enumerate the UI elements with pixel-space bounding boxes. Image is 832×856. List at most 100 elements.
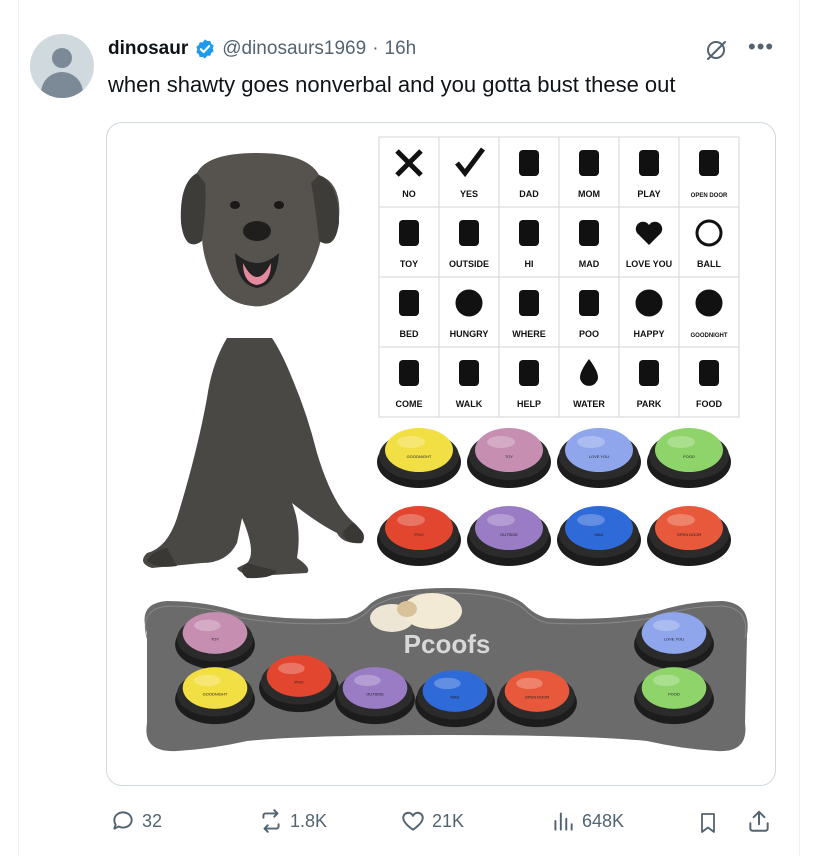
moon-icon (695, 289, 723, 317)
bench-tree-icon (639, 360, 659, 386)
dog-illustration (143, 153, 365, 579)
talking-button: TOY (467, 428, 551, 488)
button-label: TOY (211, 637, 219, 642)
separator-dot: · (372, 38, 379, 59)
views-button[interactable]: 648K (550, 808, 624, 834)
avatar-body-shape (41, 72, 83, 98)
grid-label: WATER (573, 399, 605, 409)
tree-sun-icon (459, 220, 479, 246)
button-label: TOY (505, 454, 513, 459)
play-icon (639, 150, 659, 176)
hungry-face-icon (455, 289, 483, 317)
repost-count: 1.8K (290, 810, 328, 831)
display-name[interactable]: dinosaur (108, 38, 188, 60)
icon-grid: NO YES DAD MOM PLAY OPEN DOOR TOY OUTSIDE HI MAD L… (378, 136, 740, 418)
avatar-head-shape (52, 48, 72, 68)
grid-label: LOVE YOU (626, 259, 672, 269)
handshake-icon (519, 360, 539, 386)
verified-badge-icon (196, 39, 214, 59)
button-label: OPEN DOOR (677, 532, 702, 537)
drumstick-icon (699, 360, 719, 386)
grid-label: HI (525, 259, 534, 269)
button-label: FOOD (683, 454, 695, 459)
tweet-media[interactable]: NO YES DAD MOM PLAY OPEN DOOR TOY OUTSIDE HI MAD L… (106, 122, 776, 786)
talking-button: OPEN DOOR (647, 506, 731, 566)
grid-label: WHERE (512, 329, 546, 339)
door-icon (699, 150, 719, 176)
button-label: OUTSIDE (366, 692, 384, 697)
tweet-header: dinosaur @dinosaurs1969 · 16h (108, 36, 416, 62)
bed-icon (399, 290, 419, 316)
button-label: GOODNIGHT (407, 454, 432, 459)
grid-label: FOOD (696, 399, 722, 409)
grid-label: GOODNIGHT (691, 333, 728, 339)
woman-icon (579, 150, 599, 176)
button-label: MAD (451, 695, 460, 700)
user-handle[interactable]: @dinosaurs1969 (222, 38, 366, 60)
button-board: Pcoofs TOY GOODNIGHT POO OUTSIDE MAD OPEN DOO… (144, 588, 748, 752)
man-icon (519, 150, 539, 176)
grid-label: WALK (456, 399, 483, 409)
button-label: GOODNIGHT (203, 692, 228, 697)
avatar[interactable] (30, 34, 94, 98)
grid-label: MAD (579, 259, 600, 269)
talking-button: POO (377, 506, 461, 566)
button-label: LOVE YOU (589, 454, 609, 459)
button-label: FOOD (668, 692, 680, 697)
button-label: MAD (595, 532, 604, 537)
button-label: OPEN DOOR (525, 695, 550, 700)
reply-button[interactable]: 32 (110, 808, 162, 834)
reply-count: 32 (142, 810, 163, 831)
arrows-icon (519, 290, 539, 316)
soccer-ball-icon (695, 219, 723, 247)
loose-buttons: GOODNIGHT TOY LOVE YOU FOOD POO OUTSIDE MAD OPE… (377, 428, 731, 566)
teddy-bear-icon (399, 220, 419, 246)
talking-button: LOVE YOU (557, 428, 641, 488)
tweet-timestamp[interactable]: 16h (385, 38, 417, 60)
bookmark-icon[interactable] (696, 810, 720, 836)
heart-icon (402, 811, 424, 831)
smile-icon (635, 289, 663, 317)
grid-label: BED (399, 329, 419, 339)
tweet-text: when shawty goes nonverbal and you gotta… (108, 72, 676, 97)
repost-button[interactable]: 1.8K (258, 808, 327, 834)
grid-label: OUTSIDE (449, 259, 489, 269)
poo-icon (579, 290, 599, 316)
grid-label: NO (402, 189, 416, 199)
grid-label: HELP (517, 399, 541, 409)
talking-button: OUTSIDE (467, 506, 551, 566)
walking-icon (459, 360, 479, 386)
reply-icon (113, 811, 133, 830)
view-count: 648K (582, 810, 625, 831)
grid-label: PARK (637, 399, 662, 409)
grid-label: HAPPY (633, 329, 664, 339)
grid-label: DAD (519, 189, 539, 199)
grid-label: PLAY (637, 189, 660, 199)
grid-label: HUNGRY (450, 329, 489, 339)
grok-icon[interactable] (704, 38, 728, 62)
grid-label: TOY (400, 259, 418, 269)
angry-person-icon (579, 220, 599, 246)
like-button[interactable]: 21K (400, 808, 464, 834)
person-dog-icon (399, 360, 419, 386)
like-count: 21K (432, 810, 465, 831)
talking-button: GOODNIGHT (377, 428, 461, 488)
grid-label: MOM (578, 189, 600, 199)
grid-label: YES (460, 189, 478, 199)
waving-hand-icon (519, 220, 539, 246)
action-bar: 32 1.8K 21K 648K (0, 808, 832, 838)
button-label: OUTSIDE (500, 532, 518, 537)
grid-label: POO (579, 329, 599, 339)
repost-icon (262, 809, 280, 833)
grid-label: OPEN DOOR (691, 193, 728, 199)
button-label: POO (415, 532, 424, 537)
board-brand-text: Pcoofs (404, 629, 491, 659)
share-icon[interactable] (746, 808, 772, 834)
grid-label: COME (396, 399, 423, 409)
button-label: LOVE YOU (664, 637, 684, 642)
talking-button: FOOD (647, 428, 731, 488)
talking-button: MAD (557, 506, 641, 566)
grid-label: BALL (697, 259, 721, 269)
views-chart-icon (554, 812, 573, 831)
more-options-icon[interactable]: ••• (748, 36, 774, 58)
